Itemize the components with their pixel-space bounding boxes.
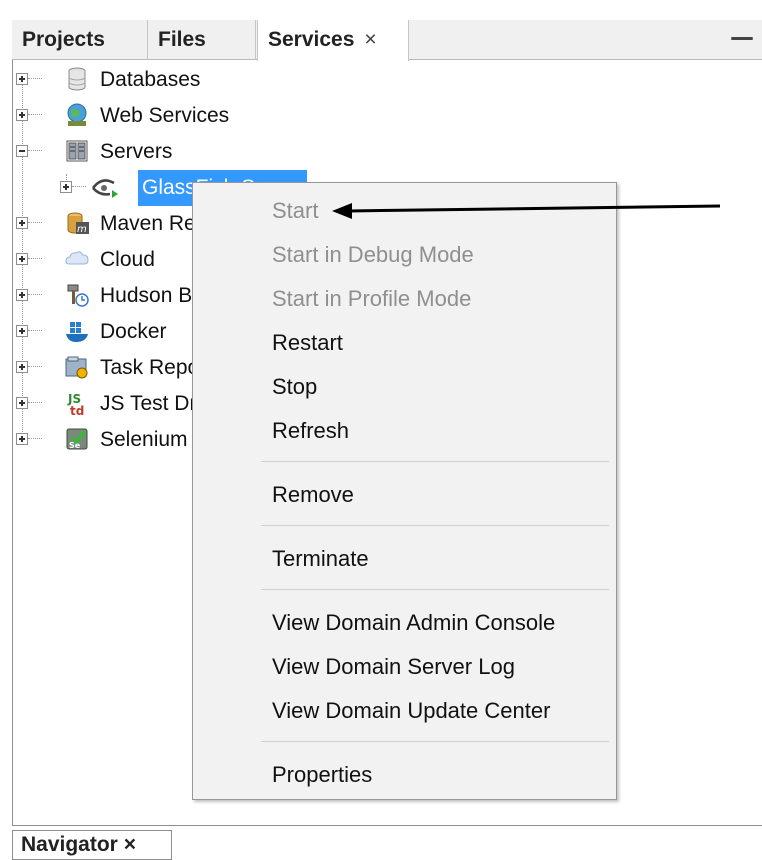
tab-navigator[interactable]: Navigator ×	[12, 830, 172, 860]
tab-navigator-label: Navigator ×	[21, 833, 136, 856]
annotation-arrow-icon	[332, 203, 721, 219]
